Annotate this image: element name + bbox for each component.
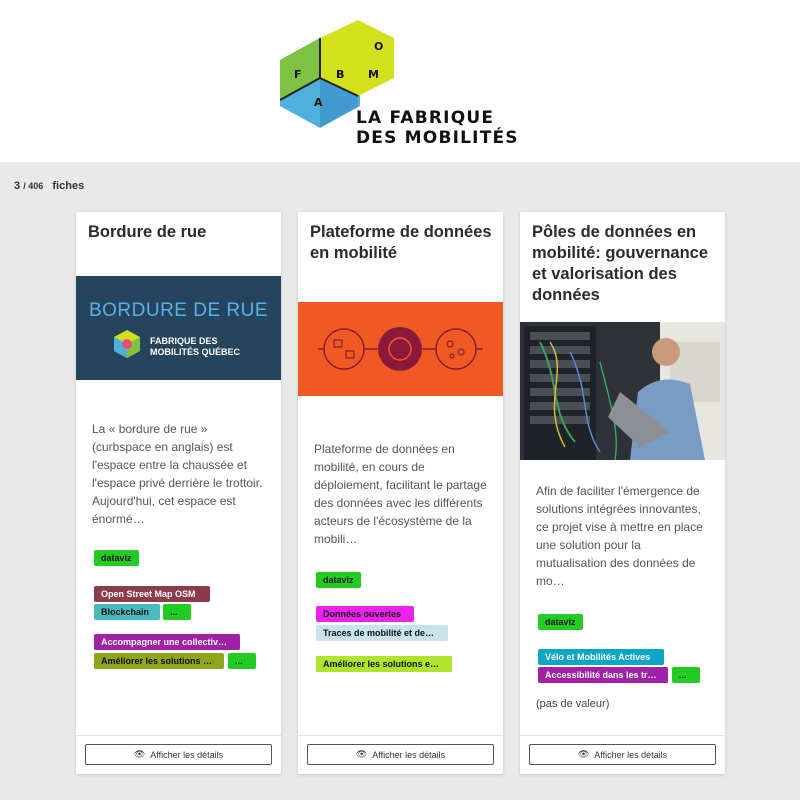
cube-letter-m: M <box>368 68 379 81</box>
tag-more[interactable]: ... <box>672 667 700 683</box>
show-details-button[interactable]: 👁 Afficher les détails <box>307 744 494 765</box>
results-area: 3 / 406 fiches Bordure de rue BORDURE DE… <box>0 162 800 800</box>
card-image <box>298 302 503 396</box>
card-divider <box>298 735 503 736</box>
tag-traces-mobilite[interactable]: Traces de mobilité et de… <box>316 625 448 641</box>
result-count-total: / 406 <box>23 181 44 191</box>
tag-dataviz[interactable]: dataviz <box>538 614 583 630</box>
show-details-label: Afficher les détails <box>594 749 668 760</box>
show-details-label: Afficher les détails <box>150 749 224 760</box>
tag-blockchain[interactable]: Blockchain <box>94 604 160 620</box>
tag-ameliorer[interactable]: Améliorer les solutions … <box>94 653 224 669</box>
card-plateforme-donnees[interactable]: Plateforme de données en mobilité Platef… <box>298 212 503 774</box>
data-platform-illustration <box>318 327 483 371</box>
brand-wordmark: LA FABRIQUE DES MOBILITÉS <box>356 108 519 148</box>
cube-letter-o: O <box>374 40 383 53</box>
card-description: Afin de faciliter l'émergence de solutio… <box>536 484 703 588</box>
cube-letter-a: A <box>314 96 323 109</box>
eye-icon: 👁 <box>355 749 368 759</box>
tag-dataviz[interactable]: dataviz <box>94 550 139 566</box>
result-count: 3 / 406 fiches <box>14 180 84 192</box>
card-image-subtitle-line-2: MOBILITÉS QUÉBEC <box>150 347 241 357</box>
card-title[interactable]: Plateforme de données en mobilité <box>310 222 495 264</box>
tag-accompagner[interactable]: Accompagner une collectiv… <box>94 634 240 650</box>
show-details-button[interactable]: 👁 Afficher les détails <box>529 744 716 765</box>
site-header: O F B M A LA FABRIQUE DES MOBILITÉS <box>0 0 800 162</box>
brand-line-1: LA FABRIQUE <box>356 108 495 128</box>
card-image <box>520 322 725 460</box>
card-image-subtitle: FABRIQUE DES MOBILITÉS QUÉBEC <box>150 336 240 358</box>
tag-more[interactable]: ... <box>228 653 256 669</box>
card-bordure-de-rue[interactable]: Bordure de rue BORDURE DE RUE FABRIQUE D… <box>76 212 281 774</box>
show-details-label: Afficher les détails <box>372 749 446 760</box>
card-divider <box>76 735 281 736</box>
tag-osm[interactable]: Open Street Map OSM <box>94 586 210 602</box>
fabrique-mini-logo-icon <box>114 330 140 358</box>
server-room-photo <box>520 322 725 460</box>
card-description: La « bordure de rue » (curbspace en angl… <box>92 422 263 526</box>
card-poles-donnees[interactable]: Pôles de données en mobilité: gouvernanc… <box>520 212 725 774</box>
brand-line-2: DES MOBILITÉS <box>356 128 519 148</box>
card-image: BORDURE DE RUE FABRIQUE DES MOBILITÉS QU… <box>76 276 281 380</box>
result-count-label: fiches <box>52 180 85 192</box>
tag-dataviz[interactable]: dataviz <box>316 572 361 588</box>
show-details-button[interactable]: 👁 Afficher les détails <box>85 744 272 765</box>
tag-ameliorer[interactable]: Améliorer les solutions e… <box>316 656 452 672</box>
tag-donnees-ouvertes[interactable]: Données ouvertes <box>316 606 414 622</box>
card-description: Plateforme de données en mobilité, en co… <box>314 442 487 546</box>
result-count-current: 3 <box>14 180 21 192</box>
tag-accessibilite[interactable]: Accessibilité dans les tr… <box>538 667 668 683</box>
cube-letter-f: F <box>294 68 302 81</box>
card-image-subtitle-line-1: FABRIQUE DES <box>150 336 218 346</box>
card-image-title: BORDURE DE RUE <box>88 300 269 321</box>
tag-velo-mobilites[interactable]: Vélo et Mobilités Actives <box>538 649 664 665</box>
eye-icon: 👁 <box>577 749 590 759</box>
cube-letter-b: B <box>336 68 344 81</box>
card-divider <box>520 735 725 736</box>
eye-icon: 👁 <box>133 749 146 759</box>
card-title[interactable]: Pôles de données en mobilité: gouvernanc… <box>532 222 717 306</box>
tag-more[interactable]: ... <box>163 604 191 620</box>
no-value-text: (pas de valeur) <box>536 698 610 710</box>
card-title[interactable]: Bordure de rue <box>88 222 273 243</box>
